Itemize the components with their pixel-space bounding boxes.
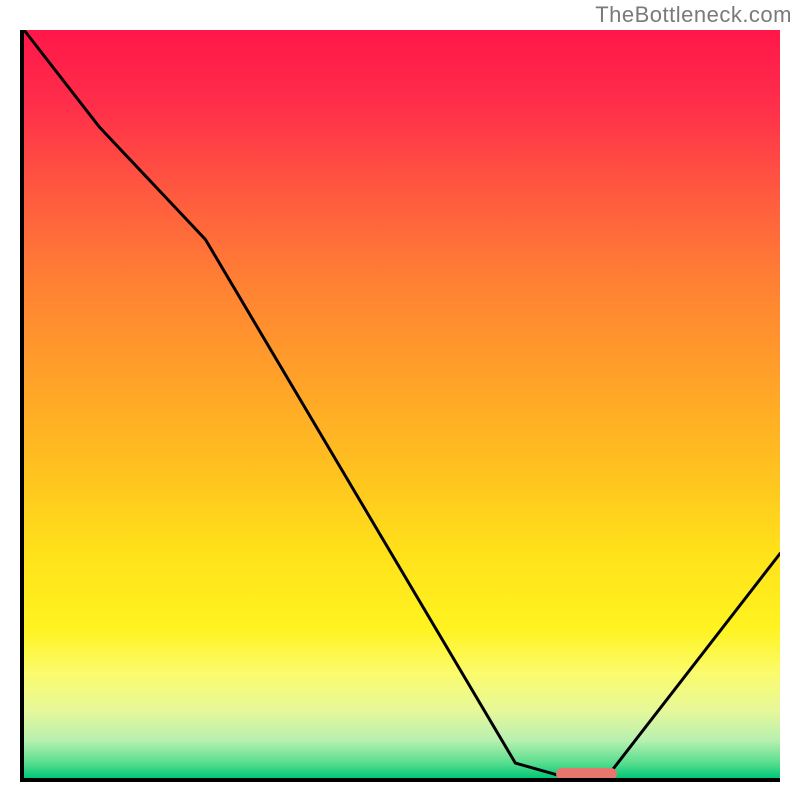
chart-line-series: [24, 30, 780, 778]
chart-plot-area: [20, 30, 780, 782]
optimal-range-marker: [556, 768, 617, 780]
watermark-text: TheBottleneck.com: [595, 2, 792, 28]
